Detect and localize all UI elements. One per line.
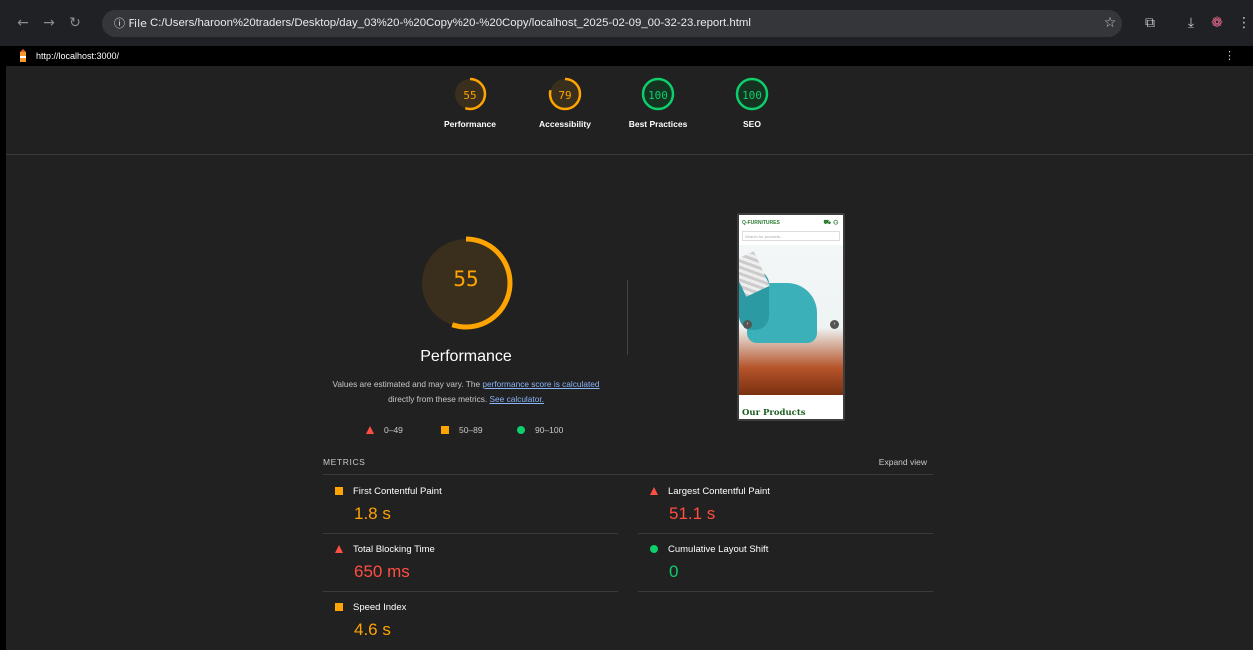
desc-text-1: Values are estimated and may vary. The <box>332 379 483 389</box>
metric-tbt-label: Total Blocking Time <box>353 544 435 555</box>
address-bar[interactable]: ⓘ File C:/Users/haroon%20traders/Desktop… <box>102 10 1122 37</box>
metric-lcp-triangle-icon <box>650 487 658 495</box>
file-info-chip[interactable]: ⓘ File <box>108 14 153 33</box>
report-body: 55 Performance 79 Accessibility 100 Best… <box>6 66 1253 650</box>
metrics-title: METRICS <box>323 457 366 467</box>
profile-avatar-icon[interactable]: ❁ <box>1207 13 1227 33</box>
score-header: 55 Performance 79 Accessibility 100 Best… <box>6 66 1253 155</box>
gauge-seo[interactable]: 100 SEO <box>707 77 797 129</box>
menu-kebab-icon[interactable]: ⋮ <box>1234 13 1253 33</box>
gauge-seo-label: SEO <box>743 119 761 129</box>
metric-lcp: Largest Contentful Paint 51.1 s <box>638 476 933 534</box>
screenshot-search: Search for products... <box>742 231 840 241</box>
downloads-icon[interactable]: ⤓ <box>1181 13 1201 33</box>
lighthouse-logo-icon <box>20 49 26 62</box>
legend-fail: 0–49 <box>384 425 403 435</box>
see-calculator-link[interactable]: See calculator. <box>490 394 544 404</box>
final-screenshot[interactable]: Q-FURNITURES ⛟ ⚇ Search for products... … <box>737 213 845 421</box>
screenshot-brand: Q-FURNITURES <box>742 220 780 226</box>
gauge-best-practices-value: 100 <box>648 89 668 102</box>
metric-fcp-square-icon <box>335 487 343 495</box>
gauge-accessibility-label: Accessibility <box>539 119 591 129</box>
screenshot-heading: Our Products <box>742 408 806 418</box>
desc-text-2: directly from these metrics. <box>388 394 490 404</box>
extensions-icon[interactable]: ⧉ <box>1140 13 1160 33</box>
score-calculated-link[interactable]: performance score is calculated <box>482 379 599 389</box>
metric-fcp: First Contentful Paint 1.8 s <box>323 476 618 534</box>
metric-cls: Cumulative Layout Shift 0 <box>638 534 933 592</box>
metrics-header: METRICS Expand view <box>323 451 933 475</box>
gauge-best-practices[interactable]: 100 Best Practices <box>613 77 703 129</box>
metric-si-label: Speed Index <box>353 602 407 613</box>
browser-toolbar: ← → ↻ ⓘ File C:/Users/haroon%20traders/D… <box>0 0 1253 46</box>
gauge-performance[interactable]: 55 Performance <box>425 77 515 129</box>
metric-lcp-label: Largest Contentful Paint <box>668 486 770 497</box>
metric-tbt-triangle-icon <box>335 545 343 553</box>
address-url[interactable]: C:/Users/haroon%20traders/Desktop/day_03… <box>150 10 751 37</box>
cart-user-icons: ⛟ ⚇ <box>823 220 839 226</box>
gauge-seo-value: 100 <box>742 89 762 102</box>
metric-si-square-icon <box>335 603 343 611</box>
gauge-accessibility-value: 79 <box>558 89 572 102</box>
average-square-icon <box>441 426 449 434</box>
performance-title: Performance <box>420 348 512 365</box>
metric-speed-index: Speed Index 4.6 s <box>323 592 618 650</box>
forward-icon[interactable]: → <box>40 14 58 32</box>
carousel-next-icon: › <box>830 320 839 329</box>
performance-gauge: 55 <box>416 233 516 333</box>
metric-tbt: Total Blocking Time 650 ms <box>323 534 618 592</box>
fail-triangle-icon <box>366 426 374 434</box>
lighthouse-topbar: http://localhost:3000/ ⋮ <box>0 46 1253 66</box>
gauge-performance-label: Performance <box>444 119 496 129</box>
gauge-accessibility[interactable]: 79 Accessibility <box>520 77 610 129</box>
pass-circle-icon <box>517 426 525 434</box>
screenshot-hero-image: ‹ › <box>739 245 843 395</box>
metric-cls-circle-icon <box>650 545 658 553</box>
gauge-best-practices-label: Best Practices <box>628 119 688 129</box>
metric-tbt-value: 650 ms <box>354 562 410 581</box>
metric-cls-value: 0 <box>669 562 679 581</box>
metric-cls-label: Cumulative Layout Shift <box>668 544 769 555</box>
gauge-performance-value: 55 <box>463 89 477 102</box>
metric-lcp-value: 51.1 s <box>669 504 716 523</box>
report-menu-icon[interactable]: ⋮ <box>1224 46 1235 66</box>
audited-url[interactable]: http://localhost:3000/ <box>36 46 119 66</box>
metric-fcp-value: 1.8 s <box>354 504 391 523</box>
metric-si-value: 4.6 s <box>354 620 391 639</box>
bookmark-star-icon[interactable]: ☆ <box>1100 13 1120 33</box>
reload-icon[interactable]: ↻ <box>66 14 84 32</box>
legend-pass: 90–100 <box>535 425 564 435</box>
vertical-divider <box>627 280 628 355</box>
legend-average: 50–89 <box>459 425 483 435</box>
expand-view-toggle[interactable]: Expand view <box>879 457 927 467</box>
metric-fcp-label: First Contentful Paint <box>353 486 442 497</box>
performance-description: Values are estimated and may vary. The p… <box>321 377 611 407</box>
back-icon[interactable]: ← <box>14 14 32 32</box>
screenshot-header: Q-FURNITURES ⛟ ⚇ <box>739 215 843 231</box>
performance-score: 55 <box>453 267 479 291</box>
carousel-prev-icon: ‹ <box>743 320 752 329</box>
